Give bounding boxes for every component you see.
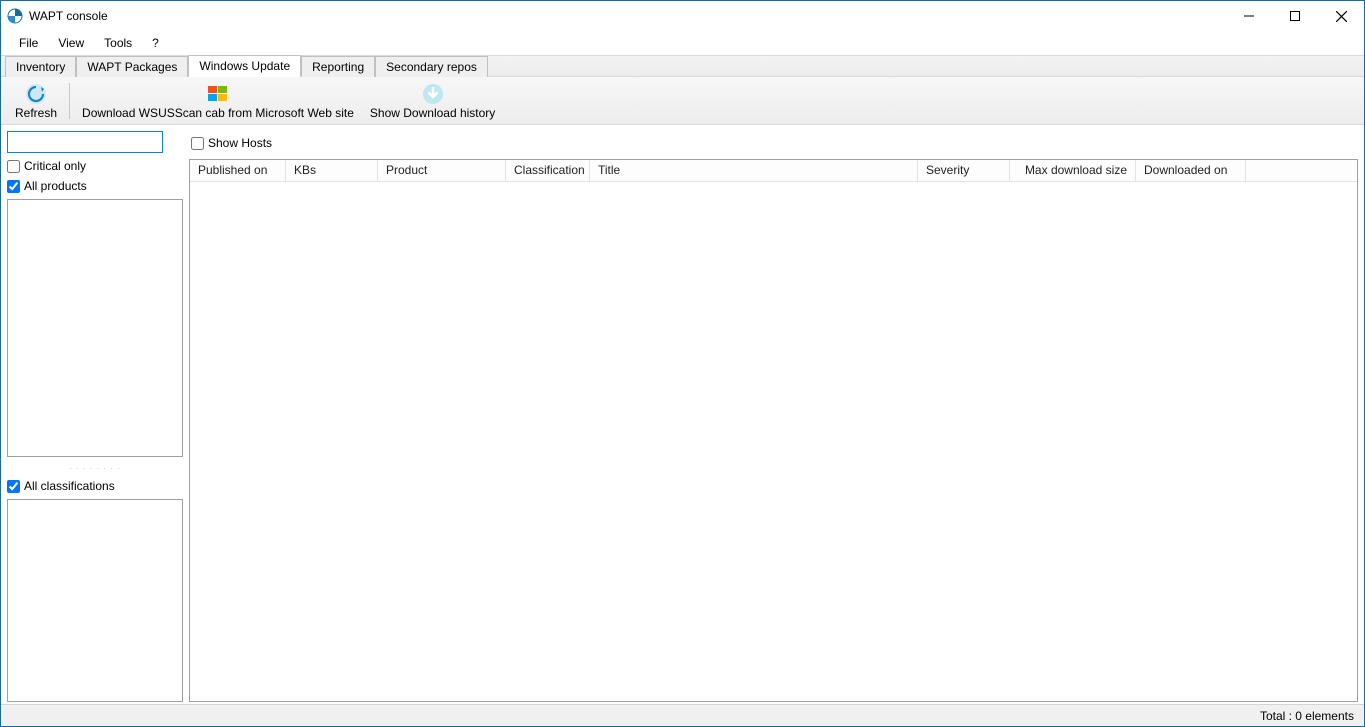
col-title[interactable]: Title <box>590 160 918 181</box>
products-listbox[interactable] <box>7 199 183 457</box>
classifications-listbox[interactable] <box>7 499 183 702</box>
download-wsus-label: Download WSUSScan cab from Microsoft Web… <box>82 106 354 120</box>
status-total: Total : 0 elements <box>1260 709 1354 723</box>
all-classifications-label: All classifications <box>24 479 115 493</box>
maximize-button[interactable] <box>1272 1 1318 31</box>
right-pane: Show Hosts Published on KBs Product Clas… <box>189 131 1358 702</box>
left-pane: Critical only All products · · · · · · ·… <box>7 131 183 702</box>
critical-only-checkbox[interactable]: Critical only <box>7 159 183 173</box>
tab-inventory[interactable]: Inventory <box>5 56 76 77</box>
updates-grid[interactable]: Published on KBs Product Classification … <box>189 159 1358 702</box>
all-products-input[interactable] <box>7 180 20 193</box>
download-wsus-button[interactable]: Download WSUSScan cab from Microsoft Web… <box>74 77 362 124</box>
col-severity[interactable]: Severity <box>918 160 1010 181</box>
all-products-label: All products <box>24 179 87 193</box>
col-downloaded-on[interactable]: Downloaded on <box>1136 160 1246 181</box>
window-controls <box>1226 1 1364 31</box>
search-input[interactable] <box>7 131 163 153</box>
col-spacer <box>1246 160 1357 181</box>
app-icon <box>7 8 23 24</box>
download-history-icon <box>422 82 444 106</box>
show-history-label: Show Download history <box>370 106 495 120</box>
menu-view[interactable]: View <box>48 33 94 53</box>
content-area: Critical only All products · · · · · · ·… <box>1 125 1364 704</box>
show-hosts-input[interactable] <box>191 137 204 150</box>
tab-secondary-repos[interactable]: Secondary repos <box>375 56 488 77</box>
all-classifications-checkbox[interactable]: All classifications <box>7 479 183 493</box>
statusbar: Total : 0 elements <box>1 704 1364 726</box>
critical-only-label: Critical only <box>24 159 86 173</box>
menubar: File View Tools ? <box>1 31 1364 55</box>
toolbar-separator <box>69 83 70 119</box>
col-published-on[interactable]: Published on <box>190 160 286 181</box>
col-classification[interactable]: Classification <box>506 160 590 181</box>
close-button[interactable] <box>1318 1 1364 31</box>
minimize-button[interactable] <box>1226 1 1272 31</box>
refresh-icon <box>25 82 47 106</box>
menu-help[interactable]: ? <box>142 33 169 53</box>
col-product[interactable]: Product <box>378 160 506 181</box>
menu-file[interactable]: File <box>9 33 48 53</box>
splitter-handle[interactable]: · · · · · · · · <box>7 463 183 473</box>
show-hosts-label: Show Hosts <box>208 136 272 150</box>
all-products-checkbox[interactable]: All products <box>7 179 183 193</box>
tab-reporting[interactable]: Reporting <box>301 56 375 77</box>
tab-windows-update[interactable]: Windows Update <box>188 55 301 77</box>
critical-only-input[interactable] <box>7 160 20 173</box>
toolbar: Refresh Download WSUSScan cab from Micro… <box>1 77 1364 125</box>
titlebar: WAPT console <box>1 1 1364 31</box>
refresh-label: Refresh <box>15 106 57 120</box>
refresh-button[interactable]: Refresh <box>7 77 65 124</box>
tab-wapt-packages[interactable]: WAPT Packages <box>76 56 188 77</box>
all-classifications-input[interactable] <box>7 480 20 493</box>
show-history-button[interactable]: Show Download history <box>362 77 503 124</box>
menu-tools[interactable]: Tools <box>94 33 142 53</box>
show-hosts-checkbox[interactable]: Show Hosts <box>191 136 272 150</box>
col-kbs[interactable]: KBs <box>286 160 378 181</box>
window-title: WAPT console <box>29 9 1226 23</box>
col-max-download-size[interactable]: Max download size <box>1010 160 1136 181</box>
grid-header: Published on KBs Product Classification … <box>190 160 1357 182</box>
tabstrip: Inventory WAPT Packages Windows Update R… <box>1 55 1364 77</box>
windows-icon <box>208 82 228 106</box>
